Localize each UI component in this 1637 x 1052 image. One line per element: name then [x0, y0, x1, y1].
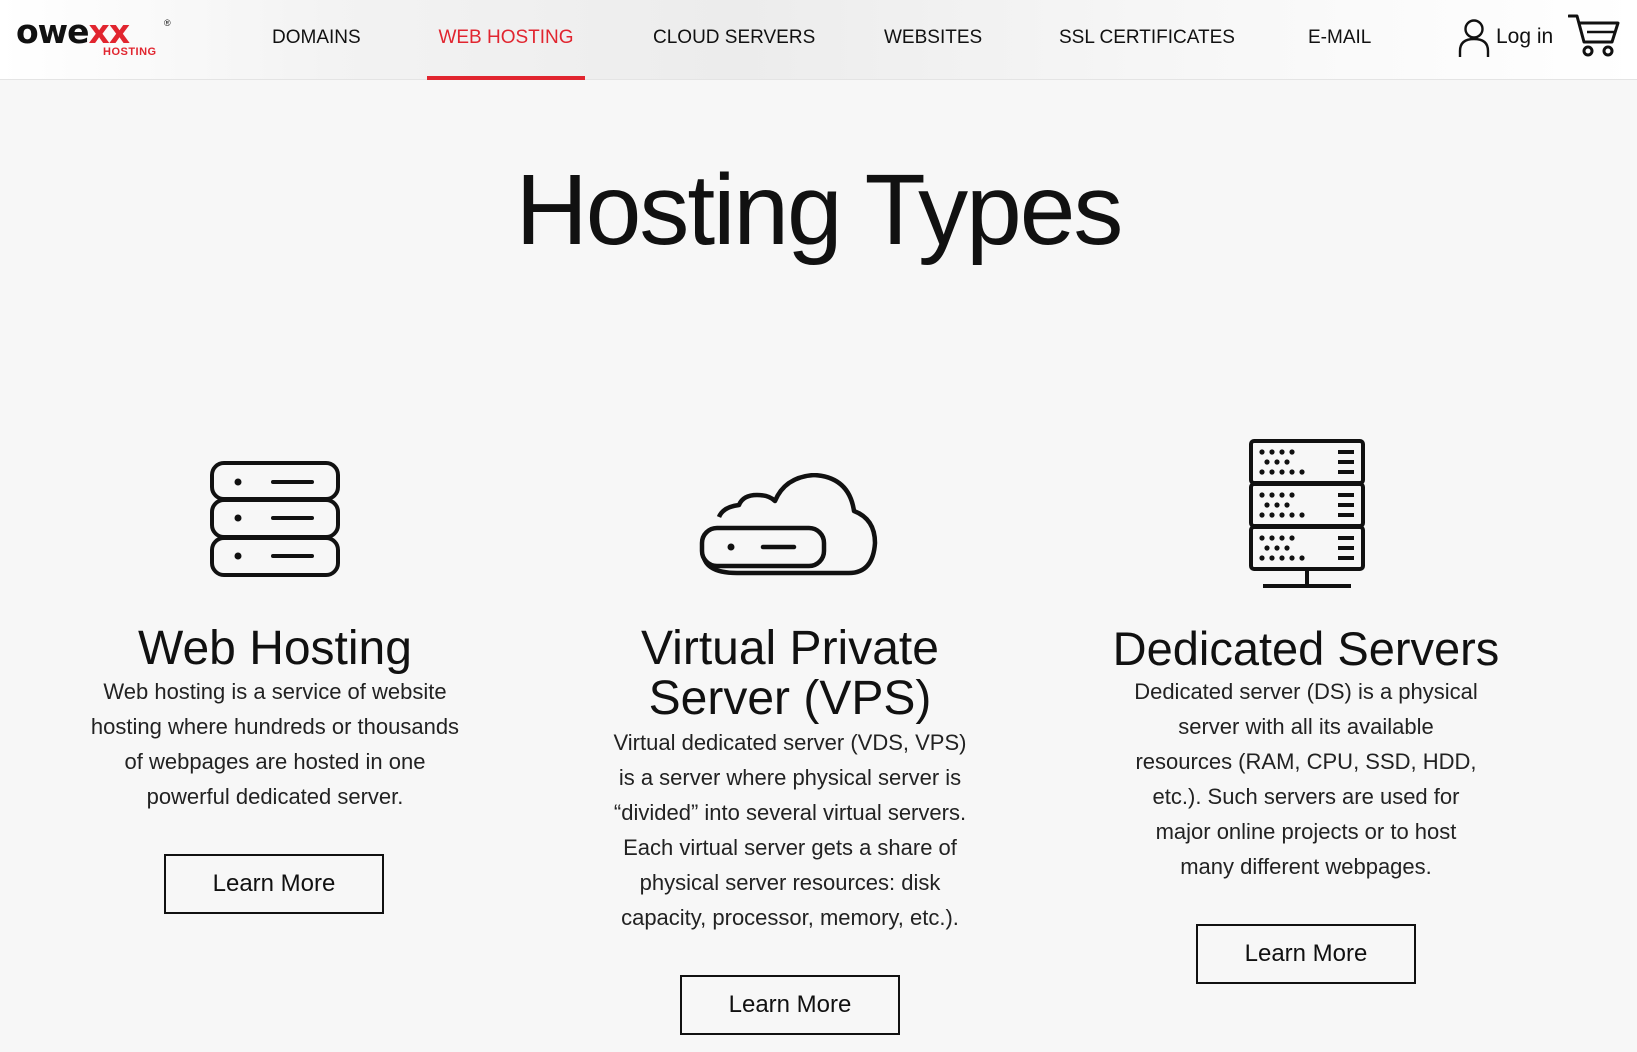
- nav-ssl-certificates[interactable]: SSL CERTIFICATES: [1059, 0, 1235, 80]
- card-description: Virtual dedicated server (VDS, VPS) is a…: [613, 730, 967, 930]
- learn-more-button[interactable]: Learn More: [164, 854, 384, 914]
- card-title: Dedicated Servers: [1112, 622, 1500, 675]
- login-link[interactable]: Log in: [1458, 16, 1553, 58]
- server-stack-icon: [210, 461, 340, 577]
- user-icon: [1458, 19, 1490, 57]
- page-title: Hosting Types: [515, 154, 1124, 266]
- card-title: Web Hosting: [138, 622, 412, 675]
- site-header: owexx ® HOSTING DOMAINS WEB HOSTING CLOU…: [0, 0, 1637, 80]
- card-title: Virtual Private Server (VPS): [641, 622, 939, 725]
- nav-cloud-servers[interactable]: CLOUD SERVERS: [653, 0, 815, 80]
- learn-more-button[interactable]: Learn More: [680, 975, 900, 1035]
- nav-web-hosting[interactable]: WEB HOSTING: [427, 0, 585, 80]
- nav-websites[interactable]: WEBSITES: [884, 0, 982, 80]
- login-label: Log in: [1496, 25, 1554, 48]
- learn-more-button[interactable]: Learn More: [1196, 924, 1416, 984]
- server-rack-icon: [1249, 439, 1365, 588]
- card-description: Dedicated server (DS) is a physical serv…: [1134, 679, 1478, 879]
- shopping-cart-icon[interactable]: [1568, 12, 1620, 58]
- owexx-logo[interactable]: owexx ® HOSTING: [16, 12, 171, 62]
- nav-domains[interactable]: DOMAINS: [272, 0, 361, 80]
- nav-e-mail[interactable]: E-MAIL: [1308, 0, 1371, 80]
- card-description: Web hosting is a service of website host…: [90, 679, 460, 809]
- cloud-server-icon: [699, 473, 878, 576]
